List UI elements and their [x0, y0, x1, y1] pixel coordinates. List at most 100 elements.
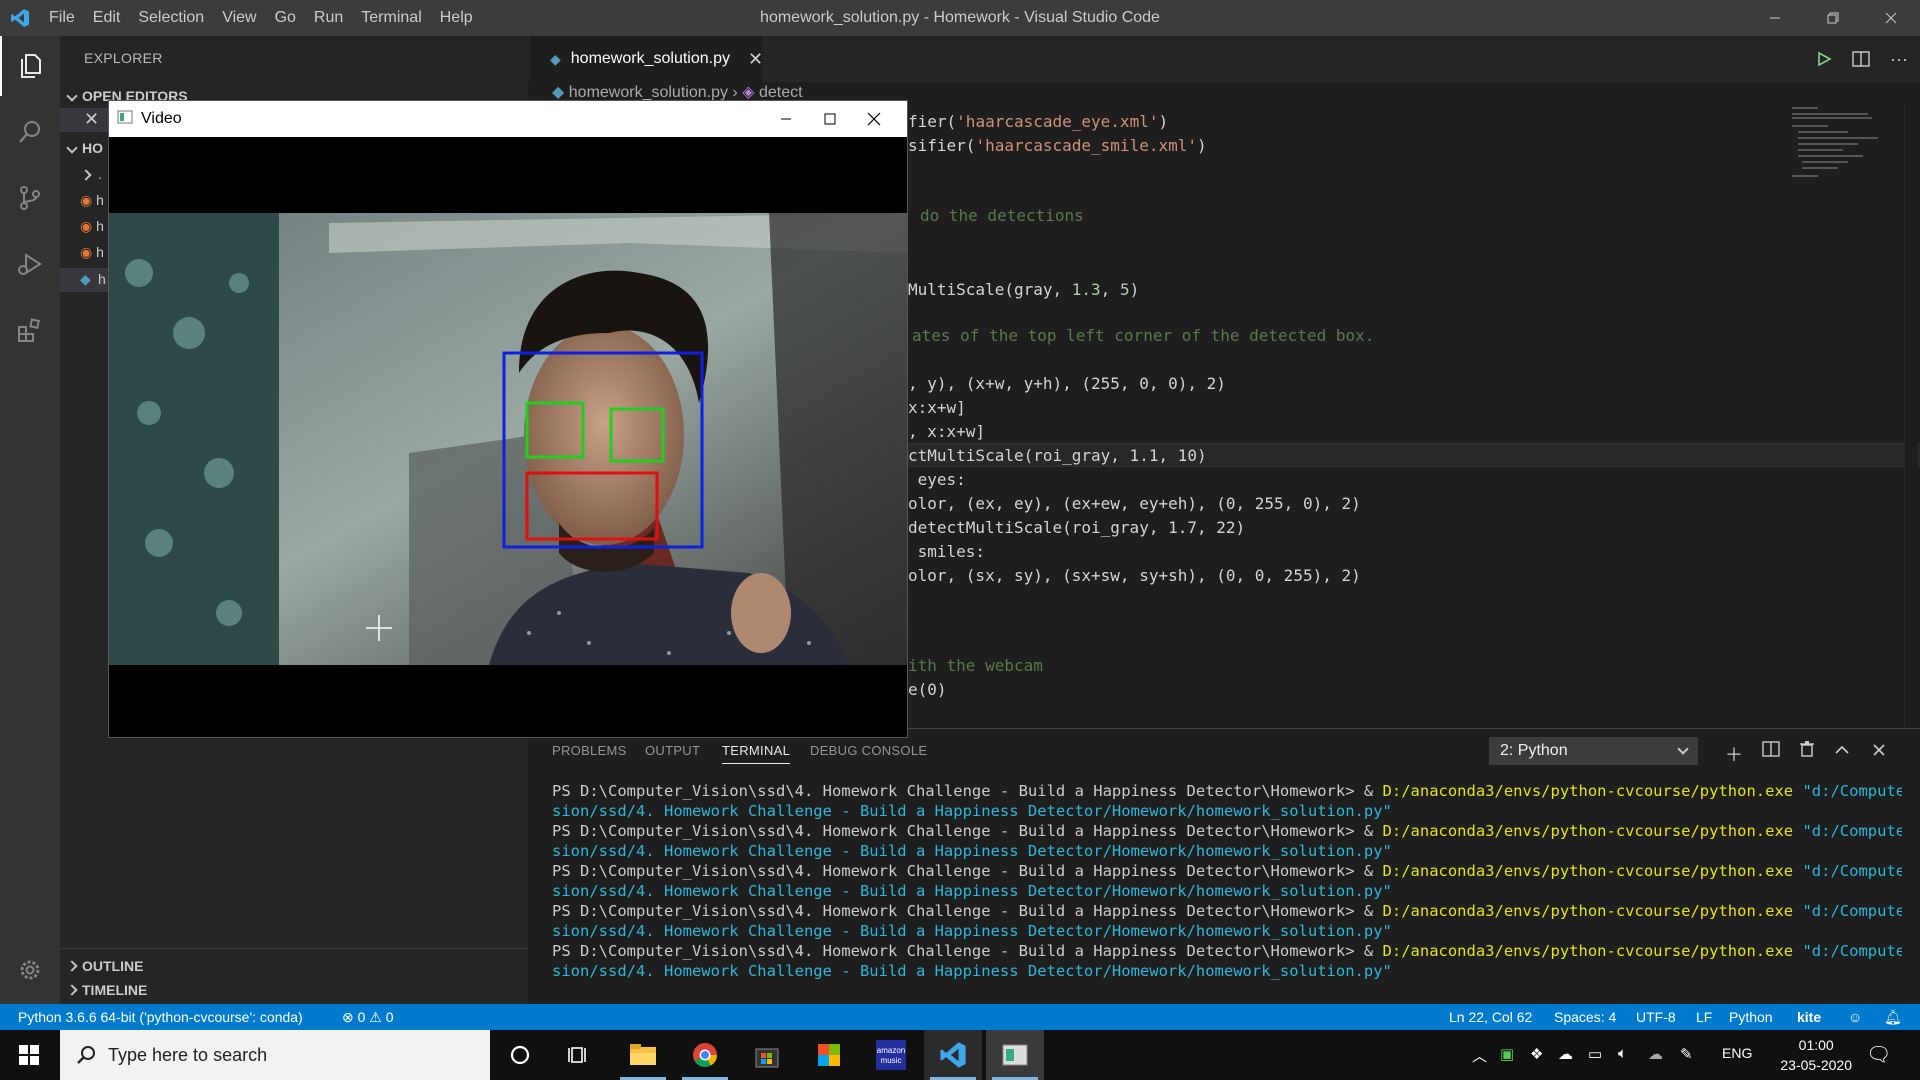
indentation-status[interactable]: Spaces: 4	[1554, 1009, 1616, 1025]
editor-tab[interactable]: ◆ homework_solution.py ✕	[530, 36, 763, 82]
eol-status[interactable]: LF	[1696, 1009, 1712, 1025]
file-item[interactable]: ◉ h	[80, 192, 104, 209]
problems-status[interactable]: ⊗ 0 ⚠ 0	[342, 1009, 394, 1026]
file-explorer-icon[interactable]	[614, 1030, 672, 1080]
split-terminal-icon[interactable]	[1762, 741, 1780, 762]
code-line-current: ctMultiScale(roi_gray, 1.1, 10)	[908, 446, 1207, 465]
battery-icon[interactable]: ▭	[1588, 1045, 1602, 1063]
close-window-button[interactable]	[1862, 0, 1920, 36]
python-file-icon: ◆	[550, 50, 561, 67]
explorer-icon[interactable]	[0, 36, 60, 96]
menu-help[interactable]: Help	[431, 0, 482, 36]
menu-edit[interactable]: Edit	[84, 0, 130, 36]
volume-icon[interactable]: 🔈︎	[1618, 1045, 1627, 1062]
extensions-icon[interactable]	[0, 300, 60, 360]
tab-debug-console[interactable]: DEBUG CONSOLE	[810, 743, 927, 758]
status-bar: Python 3.6.6 64-bit ('python-cvcourse': …	[0, 1004, 1920, 1030]
menu-file[interactable]: File	[40, 0, 84, 36]
folder-item[interactable]: .	[80, 166, 102, 182]
python-interpreter-status[interactable]: Python 3.6.6 64-bit ('python-cvcourse': …	[18, 1009, 303, 1025]
menu-go[interactable]: Go	[266, 0, 305, 36]
menu-view[interactable]: View	[213, 0, 265, 36]
search-icon[interactable]	[0, 102, 60, 162]
file-item[interactable]: ◉ h	[80, 218, 104, 235]
taskbar-search-box[interactable]: Type here to search	[60, 1030, 490, 1080]
restore-button[interactable]	[1804, 0, 1862, 36]
tab-problems[interactable]: PROBLEMS	[552, 743, 627, 758]
tray-overflow-chevron-icon[interactable]: ︿	[1472, 1045, 1487, 1066]
menu-terminal[interactable]: Terminal	[352, 0, 430, 36]
amazon-music-icon[interactable]: amazon music	[862, 1030, 920, 1080]
video-close-button[interactable]	[845, 101, 903, 137]
dropbox-icon[interactable]: ❖	[1530, 1045, 1543, 1063]
timeline-section[interactable]: TIMELINE	[66, 982, 147, 998]
windows-taskbar: Type here to search amazon music ︿ ▣ ❖ ☁ …	[0, 1030, 1920, 1080]
run-file-icon[interactable]	[1816, 51, 1832, 67]
explorer-header: EXPLORER	[84, 50, 163, 66]
close-tab-icon[interactable]: ✕	[748, 49, 763, 70]
encoding-status[interactable]: UTF-8	[1636, 1009, 1676, 1025]
rss-file-icon: ◉	[80, 218, 93, 234]
code-line: fier('haarcascade_eye.xml')	[908, 112, 1169, 131]
close-editor-icon[interactable]: ✕	[84, 109, 99, 130]
activity-bar	[0, 36, 60, 1004]
kill-terminal-trash-icon[interactable]	[1800, 741, 1814, 762]
feedback-icon[interactable]: ☺	[1848, 1009, 1862, 1025]
code-comment: ith the webcam	[908, 656, 1043, 675]
system-clock[interactable]: 01:00 23-05-2020	[1780, 1035, 1852, 1075]
task-view-icon[interactable]	[550, 1030, 608, 1080]
chrome-icon[interactable]	[676, 1030, 734, 1080]
more-actions-icon[interactable]: ···	[1890, 49, 1908, 70]
python-video-window-icon[interactable]	[986, 1030, 1044, 1080]
editor-scrollbar[interactable]	[1904, 104, 1918, 728]
close-panel-icon[interactable]	[1872, 741, 1886, 762]
tab-output[interactable]: OUTPUT	[645, 743, 700, 758]
code-line: , y), (x+w, y+h), (255, 0, 0), 2)	[908, 374, 1226, 393]
outline-section[interactable]: OUTLINE	[66, 958, 143, 974]
cortana-icon[interactable]	[491, 1030, 549, 1080]
notifications-bell-icon[interactable]: 🔔︎	[1884, 1009, 1902, 1026]
start-windows-icon[interactable]	[0, 1030, 58, 1080]
code-comment: do the detections	[920, 206, 1084, 225]
minimap[interactable]	[1788, 104, 1908, 204]
input-language[interactable]: ENG	[1722, 1045, 1752, 1061]
code-line: smiles:	[908, 542, 986, 561]
video-window[interactable]: Video	[108, 100, 908, 738]
language-mode-status[interactable]: Python	[1729, 1009, 1773, 1025]
onedrive-cloud-icon[interactable]: ☁	[1558, 1045, 1573, 1063]
microsoft-store-icon[interactable]	[738, 1030, 796, 1080]
code-line: sifier('haarcascade_smile.xml')	[908, 136, 1207, 155]
python-file-icon: ◆	[552, 84, 565, 101]
vscode-taskbar-icon[interactable]	[924, 1030, 982, 1080]
code-line: , x:x+w]	[908, 422, 986, 441]
run-debug-icon[interactable]	[0, 234, 60, 294]
terminal-output[interactable]: PS D:\Computer_Vision\ssd\4. Homework Ch…	[552, 781, 1902, 981]
editor-tabs: ◆ homework_solution.py ✕	[528, 36, 1920, 82]
menu-run[interactable]: Run	[305, 0, 352, 36]
office-app-icon[interactable]	[800, 1030, 858, 1080]
menu-selection[interactable]: Selection	[129, 0, 213, 36]
svg-text:music: music	[881, 1056, 902, 1065]
weather-cloud-icon[interactable]: ☁	[1648, 1045, 1663, 1063]
video-window-titlebar[interactable]: Video	[109, 101, 907, 137]
breadcrumb-file[interactable]: homework_solution.py	[569, 84, 728, 101]
face	[524, 325, 684, 545]
tray-app-icon[interactable]: ▣	[1500, 1045, 1514, 1063]
kite-status[interactable]: kite	[1797, 1009, 1821, 1025]
terminal-line-continuation: sion/ssd/4. Homework Challenge - Build a…	[552, 922, 1392, 940]
folder-section-homework[interactable]: HO	[66, 140, 103, 156]
file-item[interactable]: ◉ h	[80, 244, 104, 261]
minimize-button[interactable]	[1746, 0, 1804, 36]
python-file-icon: ◆	[80, 271, 91, 287]
maximize-panel-chevron-up-icon[interactable]	[1835, 741, 1849, 762]
source-control-icon[interactable]	[0, 168, 60, 228]
tab-terminal[interactable]: TERMINAL	[722, 743, 791, 764]
breadcrumb-symbol[interactable]: detect	[759, 84, 803, 101]
split-editor-icon[interactable]	[1852, 51, 1870, 67]
action-center-icon[interactable]: 🗨︎	[1866, 1042, 1891, 1067]
new-terminal-icon[interactable]: ＋	[1725, 741, 1743, 767]
manage-gear-icon[interactable]	[0, 940, 60, 1000]
terminal-select[interactable]: 2: Python	[1489, 737, 1698, 765]
cursor-position-status[interactable]: Ln 22, Col 62	[1449, 1009, 1532, 1025]
pen-workspace-icon[interactable]: ✎	[1680, 1045, 1693, 1063]
